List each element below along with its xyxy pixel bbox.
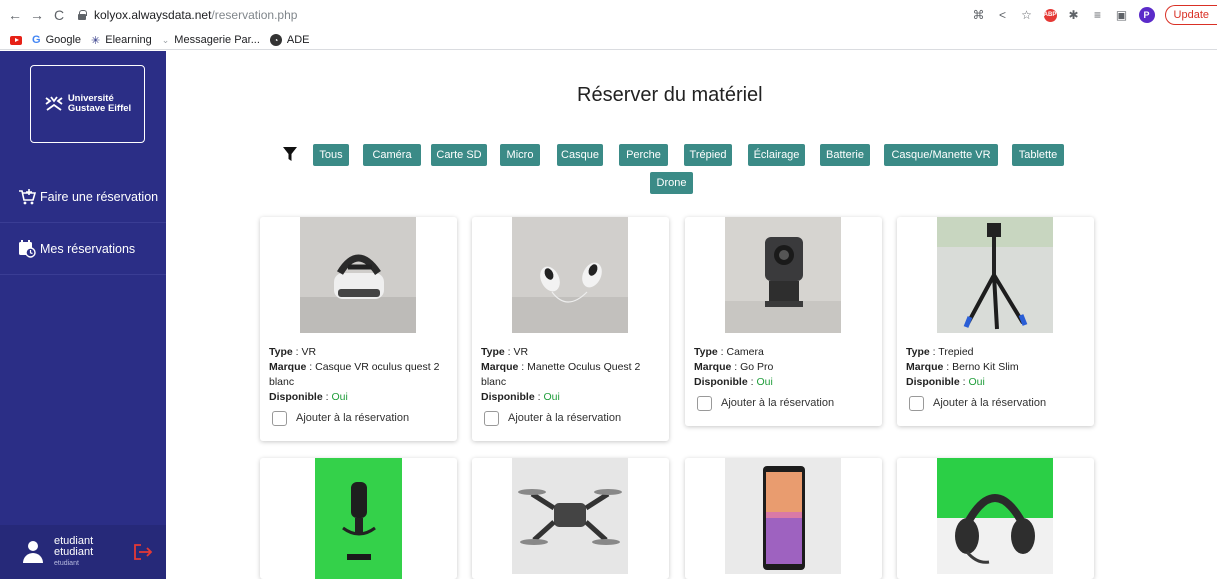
- sidebar: Université Gustave Eiffel Faire une rése…: [0, 51, 166, 579]
- card-info: Type : VR Marque : Manette Oculus Quest …: [481, 345, 665, 426]
- add-to-reservation[interactable]: Ajouter à la réservation: [906, 396, 1090, 411]
- logout-icon[interactable]: [133, 543, 153, 561]
- user-panel: etudiant etudiant etudiant: [0, 525, 166, 579]
- card-brand: Go Pro: [740, 361, 774, 373]
- filter-perche[interactable]: Perche: [619, 144, 668, 166]
- microphone-image: [315, 458, 402, 579]
- headset-image: [937, 458, 1053, 574]
- elearning-icon: ✳: [91, 34, 101, 47]
- university-name: Université Gustave Eiffel: [67, 93, 132, 114]
- bookmark-google[interactable]: G Google: [32, 34, 81, 46]
- address-bar[interactable]: kolyox.alwaysdata.net/reservation.php: [78, 4, 297, 26]
- tablet-image: [725, 458, 841, 574]
- filter-funnel-icon: [283, 147, 297, 161]
- profile-avatar[interactable]: P: [1138, 7, 1155, 23]
- filter-drone[interactable]: Drone: [650, 172, 693, 194]
- equipment-card: [897, 458, 1094, 579]
- card-type: VR: [513, 346, 529, 358]
- reading-list-icon[interactable]: ≡: [1091, 8, 1105, 22]
- adblock-extension-icon[interactable]: ABP: [1043, 8, 1057, 22]
- filter-casque[interactable]: Casque: [557, 144, 603, 166]
- card-type: Trepied: [938, 346, 974, 358]
- browser-chrome: ← → C kolyox.alwaysdata.net/reservation.…: [0, 0, 1217, 50]
- university-logo-mark-icon: [45, 96, 63, 111]
- bookmark-elearning[interactable]: ✳ Elearning: [91, 34, 152, 47]
- lock-icon: [78, 10, 87, 20]
- card-available: Oui: [968, 376, 985, 388]
- add-to-reservation-checkbox[interactable]: [272, 411, 287, 426]
- filter-tous[interactable]: Tous: [313, 144, 349, 166]
- equipment-card: [685, 458, 882, 579]
- address-row: ← → C kolyox.alwaysdata.net/reservation.…: [0, 0, 1217, 30]
- side-panel-icon[interactable]: ▣: [1115, 8, 1129, 22]
- card-info: Type : VR Marque : Casque VR oculus ques…: [269, 345, 453, 426]
- star-icon[interactable]: ☆: [1020, 8, 1034, 22]
- cart-plus-icon: [19, 188, 36, 204]
- mail-icon: ⌄: [161, 34, 170, 45]
- filter-carte-sd[interactable]: Carte SD: [431, 144, 487, 166]
- tripod-image: [937, 217, 1053, 333]
- ade-icon: ◔: [269, 34, 282, 46]
- card-type: Camera: [726, 346, 764, 358]
- back-arrow-icon[interactable]: ←: [4, 4, 26, 26]
- add-to-reservation-checkbox[interactable]: [697, 396, 712, 411]
- browser-toolbar: ⌘ < ☆ ABP ✱ ≡ ▣ P Update: [972, 4, 1217, 26]
- vr-controllers-image: [512, 217, 628, 333]
- add-to-reservation[interactable]: Ajouter à la réservation: [481, 411, 665, 426]
- add-to-reservation-checkbox[interactable]: [484, 411, 499, 426]
- card-available: Oui: [331, 391, 348, 403]
- equipment-card: Type : VR Marque : Manette Oculus Quest …: [472, 217, 669, 441]
- filter-micro[interactable]: Micro: [500, 144, 540, 166]
- equipment-card: [260, 458, 457, 579]
- equipment-card: Type : Trepied Marque : Berno Kit Slim D…: [897, 217, 1094, 426]
- bookmark-messagerie[interactable]: ⌄ Messagerie Par...: [162, 34, 260, 46]
- add-to-reservation[interactable]: Ajouter à la réservation: [269, 411, 453, 426]
- sidebar-item-mes-reservations[interactable]: Mes réservations: [0, 223, 166, 275]
- forward-arrow-icon[interactable]: →: [26, 4, 48, 26]
- user-avatar-icon: [22, 541, 44, 563]
- equipment-card: Type : Camera Marque : Go Pro Disponible…: [685, 217, 882, 426]
- equipment-card: [472, 458, 669, 579]
- bookmark-youtube[interactable]: [10, 35, 22, 45]
- card-available: Oui: [756, 376, 773, 388]
- card-type: VR: [301, 346, 317, 358]
- add-to-reservation[interactable]: Ajouter à la réservation: [694, 396, 878, 411]
- card-brand: Berno Kit Slim: [952, 361, 1019, 373]
- bookmark-ade[interactable]: ◔ ADE: [269, 34, 310, 46]
- google-icon: G: [32, 34, 41, 46]
- card-info: Type : Trepied Marque : Berno Kit Slim D…: [906, 345, 1090, 411]
- user-names: etudiant etudiant etudiant: [54, 534, 94, 567]
- filter-batterie[interactable]: Batterie: [820, 144, 870, 166]
- url-host: kolyox.alwaysdata.net: [94, 8, 212, 22]
- university-logo[interactable]: Université Gustave Eiffel: [30, 65, 145, 143]
- reload-icon[interactable]: C: [48, 4, 70, 26]
- url-path: /reservation.php: [211, 8, 298, 22]
- card-available: Oui: [543, 391, 560, 403]
- update-button[interactable]: Update: [1164, 5, 1217, 25]
- filter-casque-manette-vr[interactable]: Casque/Manette VR: [884, 144, 998, 166]
- vr-headset-image: [300, 217, 416, 333]
- filter-trepied[interactable]: Trépied: [684, 144, 732, 166]
- add-to-reservation-checkbox[interactable]: [909, 396, 924, 411]
- drone-image: [512, 458, 628, 574]
- sidebar-item-faire-reservation[interactable]: Faire une réservation: [0, 171, 166, 223]
- youtube-icon: [10, 35, 22, 45]
- bookmarks-bar: G Google ✳ Elearning ⌄ Messagerie Par... ◔ A…: [0, 30, 310, 50]
- share-icon[interactable]: <: [996, 8, 1010, 22]
- puzzle-extensions-icon[interactable]: ✱: [1067, 8, 1081, 22]
- calendar-clock-icon: [19, 239, 36, 258]
- card-info: Type : Camera Marque : Go Pro Disponible…: [694, 345, 878, 411]
- filter-tablette[interactable]: Tablette: [1012, 144, 1064, 166]
- filter-camera[interactable]: Caméra: [363, 144, 421, 166]
- translate-icon[interactable]: ⌘: [972, 8, 986, 22]
- filter-eclairage[interactable]: Éclairage: [748, 144, 805, 166]
- equipment-card: Type : VR Marque : Casque VR oculus ques…: [260, 217, 457, 441]
- action-camera-image: [725, 217, 841, 333]
- page-title: Réserver du matériel: [577, 84, 763, 106]
